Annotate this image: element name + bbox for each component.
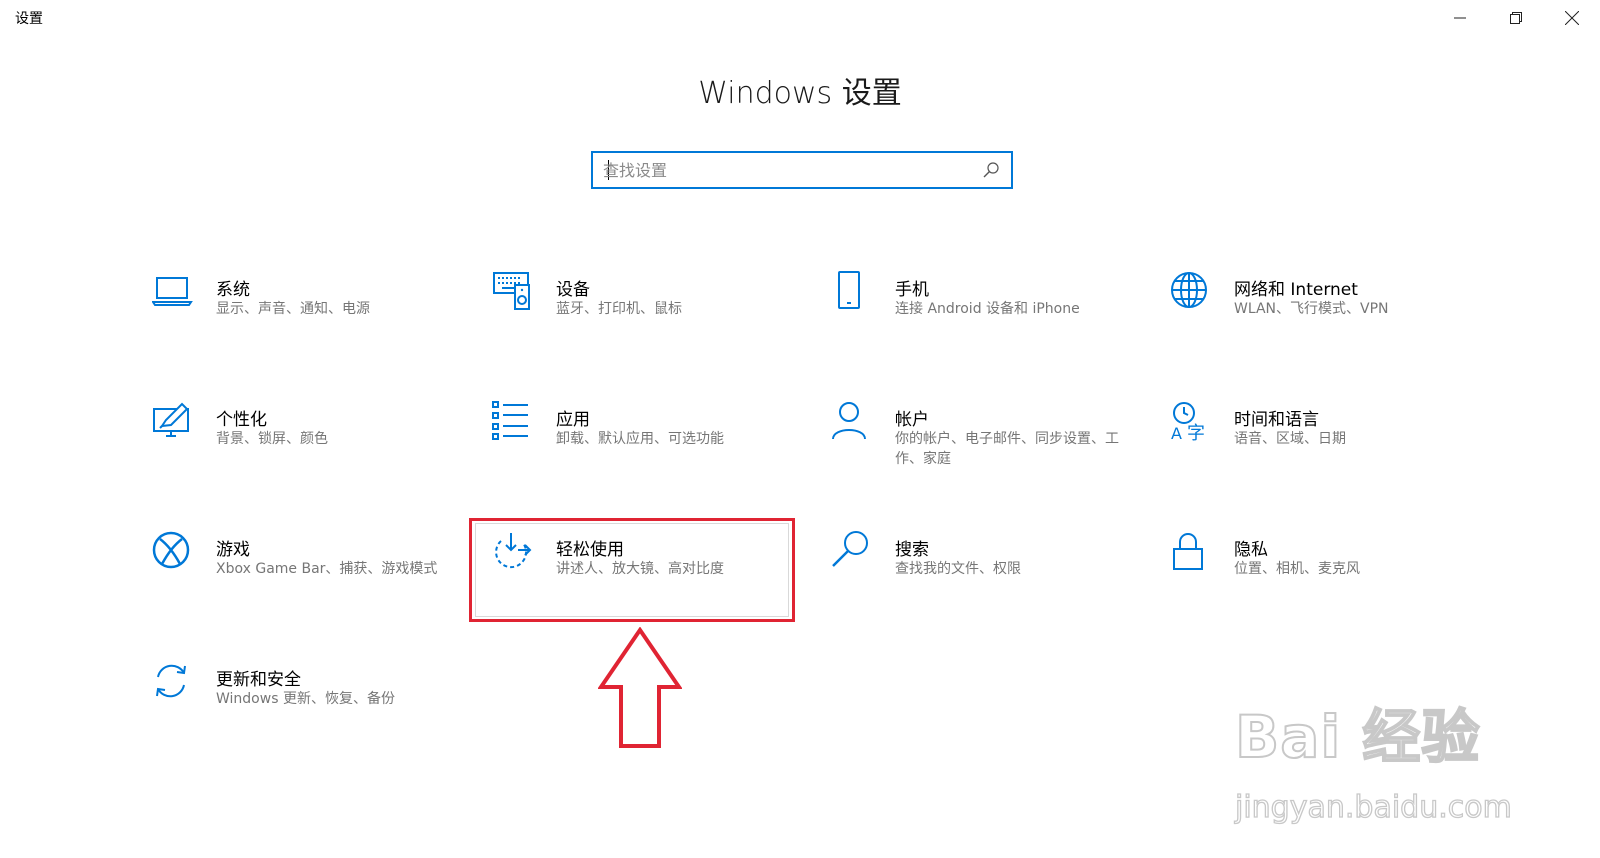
tile-network[interactable]: 网络和 Internet WLAN、飞行模式、VPN — [1170, 271, 1500, 391]
tile-update-security[interactable]: 更新和安全 Windows 更新、恢复、备份 — [152, 661, 482, 781]
close-icon — [1565, 11, 1579, 25]
tile-search-label: 搜索 — [895, 540, 929, 560]
tile-privacy[interactable]: 隐私 位置、相机、麦克风 — [1170, 531, 1500, 651]
tile-apps-desc: 卸载、默认应用、可选功能 — [556, 431, 724, 447]
tile-personalization-label: 个性化 — [216, 410, 267, 430]
phone-icon — [838, 271, 860, 309]
tile-time-language[interactable]: A 字 时间和语言 语音、区域、日期 — [1170, 401, 1500, 521]
restore-button[interactable] — [1488, 0, 1544, 36]
title-bar: 设置 — [0, 0, 1600, 36]
globe-icon — [1171, 272, 1207, 308]
tile-gaming-desc: Xbox Game Bar、捕获、游戏模式 — [216, 561, 438, 577]
time-language-icon: A 字 — [1171, 402, 1205, 444]
tile-search[interactable]: 搜索 查找我的文件、权限 — [831, 531, 1161, 651]
laptop-icon — [152, 277, 193, 306]
tile-accounts-desc: 你的帐户、电子邮件、同步设置、工作、家庭 — [895, 431, 1119, 467]
tile-time-language-label: 时间和语言 — [1234, 410, 1319, 430]
watermark-brand: Bai 经验 — [1234, 702, 1481, 772]
tile-gaming[interactable]: 游戏 Xbox Game Bar、捕获、游戏模式 — [152, 531, 482, 651]
watermark-url: jingyan.baidu.com — [1234, 789, 1512, 825]
sync-icon — [156, 664, 186, 698]
search-icon[interactable] — [983, 162, 999, 178]
tile-system[interactable]: 系统 显示、声音、通知、电源 — [152, 271, 482, 391]
highlight-box — [469, 518, 795, 622]
tile-phone[interactable]: 手机 连接 Android 设备和 iPhone — [831, 271, 1161, 391]
person-icon — [832, 402, 866, 440]
tile-network-label: 网络和 Internet — [1234, 280, 1358, 300]
tile-time-language-desc: 语音、区域、日期 — [1234, 431, 1346, 447]
watermark-logo: Bai 经验 — [1234, 690, 1481, 774]
tile-personalization-desc: 背景、锁屏、颜色 — [216, 431, 328, 447]
tile-personalization[interactable]: 个性化 背景、锁屏、颜色 — [152, 401, 482, 521]
apps-list-icon — [492, 401, 528, 440]
tile-privacy-desc: 位置、相机、麦克风 — [1234, 561, 1360, 577]
tile-phone-label: 手机 — [895, 280, 929, 300]
svg-text:A: A — [1171, 424, 1182, 443]
minimize-icon — [1454, 17, 1466, 19]
magnifier-icon — [832, 531, 868, 567]
xbox-icon — [152, 531, 190, 569]
search-input[interactable] — [603, 153, 973, 187]
devices-icon — [493, 272, 530, 310]
tile-phone-desc: 连接 Android 设备和 iPhone — [895, 301, 1080, 317]
tile-update-security-label: 更新和安全 — [216, 670, 301, 690]
tile-update-security-desc: Windows 更新、恢复、备份 — [216, 691, 395, 707]
close-button[interactable] — [1544, 0, 1600, 36]
search-box[interactable] — [591, 151, 1013, 189]
minimize-button[interactable] — [1432, 0, 1488, 36]
tile-devices[interactable]: 设备 蓝牙、打印机、鼠标 — [492, 271, 822, 391]
tile-gaming-label: 游戏 — [216, 540, 250, 560]
paint-icon — [153, 402, 189, 437]
tile-privacy-label: 隐私 — [1234, 540, 1268, 560]
tile-devices-label: 设备 — [556, 280, 590, 300]
up-arrow-annotation — [598, 627, 682, 748]
window-title: 设置 — [15, 11, 43, 27]
tile-search-desc: 查找我的文件、权限 — [895, 561, 1021, 577]
tile-apps[interactable]: 应用 卸载、默认应用、可选功能 — [492, 401, 822, 521]
tile-system-desc: 显示、声音、通知、电源 — [216, 301, 370, 317]
lock-icon — [1173, 533, 1203, 570]
tile-apps-label: 应用 — [556, 410, 590, 430]
tile-accounts[interactable]: 帐户 你的帐户、电子邮件、同步设置、工作、家庭 — [831, 401, 1161, 521]
tile-system-label: 系统 — [216, 280, 250, 300]
tile-network-desc: WLAN、飞行模式、VPN — [1234, 301, 1389, 317]
svg-text:字: 字 — [1187, 423, 1205, 444]
tile-devices-desc: 蓝牙、打印机、鼠标 — [556, 301, 682, 317]
restore-icon — [1510, 12, 1522, 24]
tile-accounts-label: 帐户 — [895, 410, 929, 430]
page-title: Windows 设置 — [698, 76, 902, 111]
